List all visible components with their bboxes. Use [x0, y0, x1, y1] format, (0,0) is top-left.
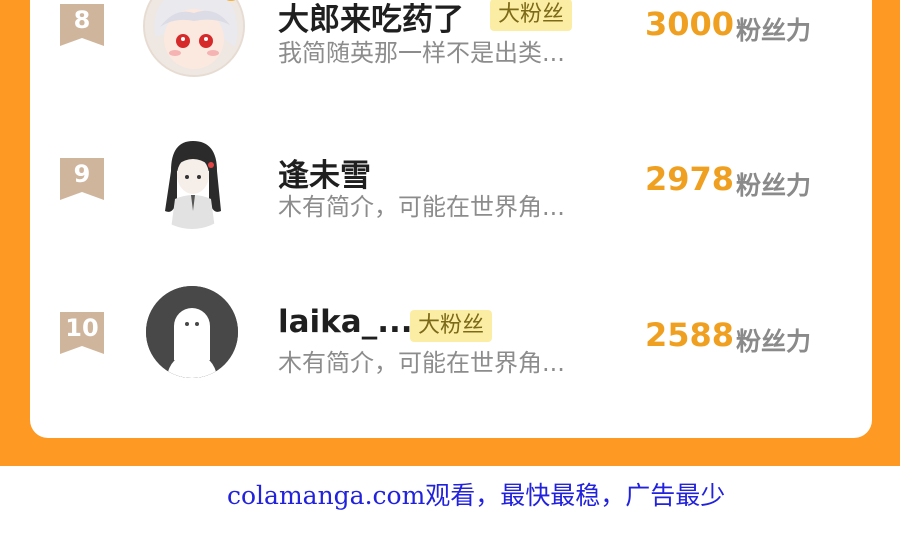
ranking-row[interactable]: 10 laika_... 大粉丝 木有简介，可能在世界角... 2588 粉丝力	[30, 276, 872, 396]
user-intro: 木有简介，可能在世界角...	[278, 349, 565, 377]
fan-power-score: 3000	[645, 5, 735, 43]
big-fan-badge: 大粉丝	[490, 0, 573, 31]
fan-power-score: 2978	[645, 160, 735, 198]
ranking-row[interactable]: 8 大郎来吃药了 大粉丝 我简随英那一样不是出类... 3000 粉丝力	[30, 0, 872, 80]
user-intro: 木有简介，可能在世界角...	[278, 193, 565, 221]
nickname[interactable]: laika_...	[278, 304, 413, 340]
avatar[interactable]	[143, 0, 245, 77]
fan-power-label: 粉丝力	[736, 171, 812, 200]
rank-ribbon-icon: 8	[60, 4, 104, 46]
rank-ribbon-icon: 9	[60, 158, 104, 200]
rank-number: 10	[65, 314, 99, 342]
default-avatar-icon[interactable]	[146, 286, 238, 378]
rank-number: 8	[73, 6, 91, 34]
fan-ranking-card: 8 大郎来吃药了 大粉丝 我简随英那一样不是出类... 3000 粉丝力 9 逢…	[30, 0, 872, 438]
rank-number: 9	[73, 160, 91, 188]
rank-ribbon-icon: 10	[60, 312, 104, 354]
fan-power-label: 粉丝力	[736, 16, 812, 45]
big-fan-badge: 大粉丝	[410, 310, 493, 342]
ranking-row[interactable]: 9 逢未雪 木有简介，可能在世界角... 2978 粉丝力	[30, 120, 872, 240]
fan-power-score: 2588	[645, 316, 735, 354]
avatar[interactable]	[143, 131, 241, 229]
fan-power-label: 粉丝力	[736, 327, 812, 356]
user-intro: 我简随英那一样不是出类...	[278, 39, 565, 67]
site-watermark-link[interactable]: colamanga.com观看，最快最稳，广告最少	[227, 476, 725, 512]
